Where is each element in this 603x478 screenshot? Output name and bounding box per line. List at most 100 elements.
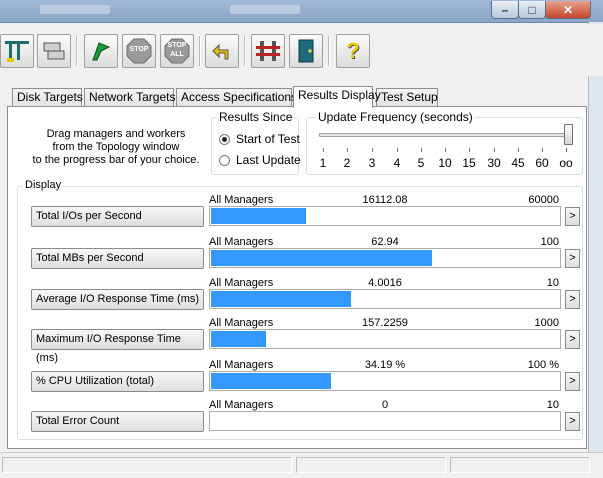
metric-arrow-button[interactable]: > [565,207,580,226]
toolbar-separator [76,36,77,66]
metric-progress-bar[interactable] [209,329,561,349]
metric-progress-bar[interactable] [209,411,561,431]
metric-progress-fill [211,208,306,224]
stop-icon: STOP [126,38,152,64]
slider-tick-mark [518,148,519,152]
topology-button[interactable] [0,34,34,68]
metric-name-button[interactable]: Average I/O Response Time (ms) [31,289,204,310]
metric-progress-fill [211,373,331,389]
tab-test-setup[interactable]: Test Setup [376,88,438,106]
metric-source-label: All Managers [209,194,274,206]
metric-name-button[interactable]: Maximum I/O Response Time (ms) [31,329,204,364]
metric-name-button[interactable]: Total Error Count [31,411,204,432]
slider-tick-label: 45 [511,156,525,170]
title-text-blurred [40,5,110,14]
metric-name-button[interactable]: % CPU Utilization (total) [31,371,204,392]
new-worker-button[interactable] [251,34,285,68]
metric-name-button[interactable]: Total I/Os per Second [31,206,204,227]
radio-start-of-test-label: Start of Test [236,132,300,146]
metric-current-value: 4.0016 [368,277,402,289]
slider-tick-label: 10 [438,156,452,170]
drag-hint-line-2: from the Topology window [52,141,180,153]
metric-arrow-button[interactable]: > [565,290,580,309]
metric-current-value: 62.94 [371,236,399,248]
slider-tick-mark [347,148,348,152]
stop-all-button[interactable]: STOP ALL [160,34,194,68]
maximize-button[interactable]: □ [518,1,546,19]
metric-max-value: 10 [546,277,559,289]
reset-button[interactable] [205,34,239,68]
slider-tick-label: 3 [368,156,376,170]
update-frequency-slider-thumb[interactable] [564,124,573,145]
radio-last-update[interactable]: Last Update [219,153,301,167]
slider-tick-label: 30 [487,156,501,170]
metric-current-value: 0 [381,399,389,411]
radio-icon-selected[interactable] [219,133,230,145]
title-text-blurred-2 [230,5,300,14]
slider-tick-label: 15 [462,156,476,170]
metric-progress-bar[interactable] [209,248,561,268]
metric-max-value: 60000 [528,194,559,206]
metric-current-value: 157.2259 [362,317,408,329]
status-bar [0,452,603,478]
metric-name-button[interactable]: Total MBs per Second [31,248,204,269]
update-frequency-title: Update Frequency (seconds) [316,110,475,124]
stop-text: STOP [129,46,149,53]
metric-max-value: 10 [546,399,559,411]
metric-progress-bar[interactable] [209,371,561,391]
display-title: Display [23,179,64,191]
help-button[interactable]: ? [336,34,370,68]
metric-arrow-button[interactable]: > [565,412,580,431]
tab-access-specifications[interactable]: Access Specifications [176,88,297,106]
status-panel-3 [450,457,590,473]
metric-current-value: 34.19 % [364,359,406,371]
start-button[interactable] [84,34,118,68]
metric-source-label: All Managers [209,236,274,248]
radio-last-update-label: Last Update [236,153,301,167]
stop-all-icon: STOP ALL [164,38,190,64]
slider-tick-mark [372,148,373,152]
toolbar-separator [328,36,329,66]
metric-progress-fill [211,331,266,347]
toolbar-separator [199,36,200,66]
drag-hint-line-3: to the progress bar of your choice. [32,154,200,166]
metric-source-label: All Managers [209,317,274,329]
new-worker-icon [254,38,282,64]
metric-source-label: All Managers [209,399,274,411]
exit-button[interactable] [289,34,323,68]
results-since-title: Results Since [217,110,295,124]
slider-tick-label: 1 [319,156,327,170]
window-border-right [588,22,603,452]
topology-icon [3,38,31,64]
update-frequency-slider[interactable] [319,133,572,137]
metric-arrow-button[interactable]: > [565,330,580,349]
slider-tick-mark [445,148,446,152]
title-bar: – □ ✕ [0,0,603,23]
metric-max-value: 1000 [534,317,559,329]
toolbar: STOP STOP ALL ? [0,24,603,76]
status-panel-1 [2,457,292,473]
metric-arrow-button[interactable]: > [565,249,580,268]
close-button[interactable]: ✕ [545,1,591,19]
tab-network-targets[interactable]: Network Targets [84,88,175,106]
stop-all-text-1: STOP [167,42,187,49]
slider-tick-mark [397,148,398,152]
tab-results-display[interactable]: Results Display [293,86,381,108]
slider-tick-label: 60 [535,156,549,170]
metric-max-value: 100 [540,236,559,248]
slider-tick-mark [323,148,324,152]
metric-arrow-button[interactable]: > [565,372,580,391]
tab-disk-targets[interactable]: Disk Targets [12,88,83,106]
metric-progress-bar[interactable] [209,206,561,226]
metric-progress-bar[interactable] [209,289,561,309]
metric-max-value: 100 % [527,359,559,371]
radio-start-of-test[interactable]: Start of Test [219,132,300,146]
metric-source-label: All Managers [209,277,274,289]
drag-hint-line-1: Drag managers and workers [46,128,186,140]
start-flag-icon [89,39,113,63]
slider-tick-mark [494,148,495,152]
workers-button[interactable] [37,34,71,68]
minimize-button[interactable]: – [491,1,519,19]
radio-icon[interactable] [219,154,230,166]
stop-button[interactable]: STOP [122,34,156,68]
